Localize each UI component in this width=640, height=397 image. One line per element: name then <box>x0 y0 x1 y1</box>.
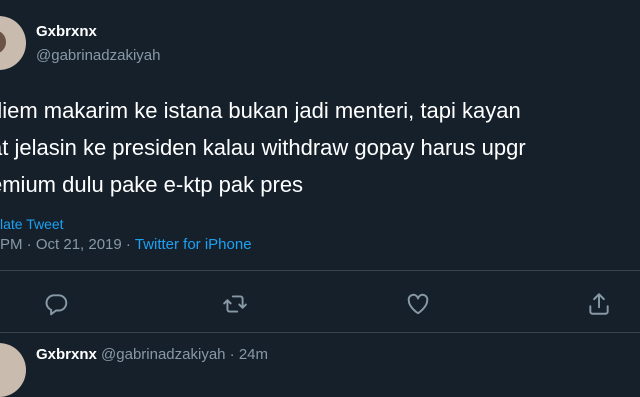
tweet-text-line: emium dulu pake e-ktp pak pres <box>0 172 304 197</box>
author-handle[interactable]: @gabrinadzakiyah <box>36 46 160 66</box>
retweet-button[interactable] <box>222 291 248 317</box>
reply-button[interactable] <box>43 291 69 317</box>
tweet-meta: PM · Oct 21, 2019 · Twitter for iPhone <box>0 236 252 253</box>
translate-tweet-link[interactable]: late Tweet <box>0 216 64 232</box>
like-icon <box>407 293 429 315</box>
like-button[interactable] <box>405 291 431 317</box>
meta-separator: · <box>26 236 36 253</box>
reply-author-handle[interactable]: @gabrinadzakiyah <box>101 346 225 363</box>
tweet-author: Gxbrxnx @gabrinadzakiyah <box>36 22 160 66</box>
share-button[interactable] <box>586 291 612 317</box>
reply-icon <box>45 294 68 316</box>
author-name[interactable]: Gxbrxnx <box>36 22 160 42</box>
tweet-text: diem makarim ke istana bukan jadi menter… <box>0 92 640 203</box>
meta-separator: · <box>125 236 135 253</box>
tweet-text-line: diem makarim ke istana bukan jadi menter… <box>0 98 521 123</box>
tweet-actions <box>0 291 640 319</box>
meta-separator: · <box>229 346 239 363</box>
reply-header: Gxbrxnx @gabrinadzakiyah · 24m <box>36 346 268 363</box>
author-avatar[interactable] <box>0 16 26 70</box>
reply-time[interactable]: 24m <box>239 346 268 363</box>
tweet-time[interactable]: PM <box>0 236 23 253</box>
tweet-text-line: at jelasin ke presiden kalau withdraw go… <box>0 135 526 160</box>
reply-author-name[interactable]: Gxbrxnx <box>36 346 97 363</box>
reply-avatar[interactable] <box>0 343 26 397</box>
divider <box>0 332 640 333</box>
tweet-date[interactable]: Oct 21, 2019 <box>36 236 122 253</box>
tweet-source[interactable]: Twitter for iPhone <box>135 236 252 253</box>
share-icon <box>589 293 609 315</box>
divider <box>0 270 640 271</box>
retweet-icon <box>223 295 247 313</box>
